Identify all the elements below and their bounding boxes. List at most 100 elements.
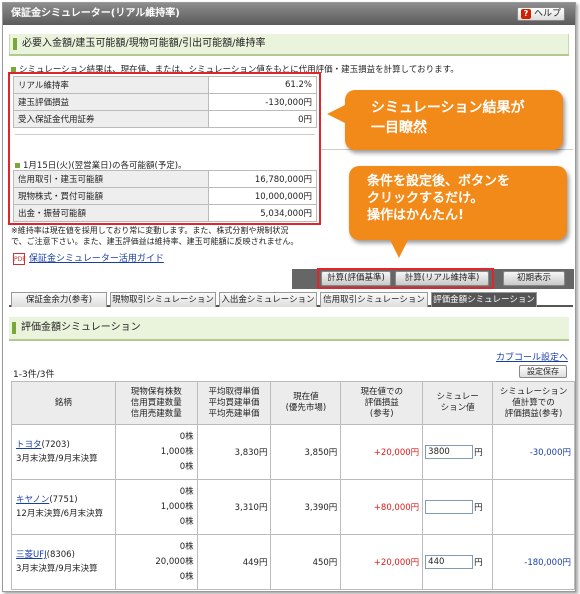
help-button[interactable]: ? ヘルプ — [517, 7, 565, 21]
quantity-cell: 0株 1,000株 0株 — [114, 479, 198, 535]
settlement-text: 3月末決算/9月末決算 — [16, 454, 98, 464]
stock-code: (7751) — [49, 495, 78, 505]
average-price-cell: 449円 — [196, 534, 272, 590]
header-line: (参考) — [369, 408, 394, 419]
header-line: 信用買建数量 — [130, 397, 182, 408]
stock-code: (8306) — [46, 550, 75, 560]
header-line: 現物保有株数 — [130, 386, 182, 397]
margin-buy-qty: 1,000株 — [160, 446, 194, 457]
header-line: 現在値での — [360, 386, 403, 397]
save-settings-button[interactable]: 設定保存 — [519, 365, 567, 378]
callout-text: クリックするだけ。 — [367, 191, 484, 206]
valuation-heading: 評価金額シミュレーション — [9, 317, 569, 339]
average-price-cell: 3,310円 — [196, 479, 272, 535]
header-quantity: 現物保有株数 信用買建数量 信用売建数量 — [114, 381, 198, 425]
tab-valuation[interactable]: 評価金額シミュレーション — [431, 292, 537, 307]
current-pl-cell: +20,000円 — [340, 534, 424, 590]
yen-unit: 円 — [474, 558, 483, 568]
reset-button[interactable]: 初期表示 — [503, 271, 565, 286]
button-highlight-box — [317, 268, 494, 289]
yen-unit: 円 — [474, 503, 483, 513]
margin-sell-qty: 0株 — [179, 461, 194, 472]
header-name: 銘柄 — [11, 381, 116, 425]
spot-qty: 0株 — [179, 486, 194, 497]
sim-value-cell: 3800 円 — [422, 424, 494, 480]
sim-pl-cell: -30,000円 — [492, 424, 575, 480]
tab-deposit-withdrawal[interactable]: 入出金シミュレーション — [219, 292, 317, 307]
stock-link[interactable]: キヤノン — [16, 495, 49, 505]
settlement-text: 12月末決算/6月末決算 — [16, 509, 104, 519]
stock-name-cell: キヤノン(7751) 12月末決算/6月末決算 — [11, 479, 116, 535]
sim-pl-cell: -180,000円 — [492, 534, 575, 590]
result-count: 1-3件/3件 — [13, 370, 55, 380]
quantity-cell: 0株 20,000株 0株 — [114, 534, 198, 590]
quantity-cell: 0株 1,000株 0株 — [114, 424, 198, 480]
tab-margin-trade[interactable]: 信用取引シミュレーション — [320, 292, 428, 307]
margin-sell-qty: 0株 — [179, 571, 194, 582]
stock-link[interactable]: 三菱UFJ — [16, 550, 47, 560]
sim-pl-cell — [492, 479, 575, 535]
sim-value-input[interactable] — [425, 500, 474, 514]
margin-buy-qty: 1,000株 — [160, 501, 194, 512]
header-current-price: 現在値 (優先市場) — [270, 381, 342, 425]
current-pl-cell: +80,000円 — [340, 479, 424, 535]
spot-qty: 0株 — [179, 541, 194, 552]
header-sim-value: シミュレー ション値 — [422, 381, 494, 425]
footnote-line: ※維持率は現在値を採用しており常に変動します。また、株式分割や規制状況 — [11, 226, 289, 235]
table-header-row: 銘柄 現物保有株数 信用買建数量 信用売建数量 平均取得単価 平均買建単価 平均売建単価… — [11, 381, 575, 425]
header-line: シミュレー — [436, 392, 479, 402]
header-line: シミュレーション — [499, 386, 568, 397]
callout-text: 操作はかんたん! — [367, 208, 464, 223]
callout-tail — [327, 104, 347, 124]
table-row: キヤノン(7751) 12月末決算/6月末決算 0株 1,000株 0株 3,310円… — [11, 479, 575, 535]
table-row: トヨタ(7203) 3月末決算/9月末決算 0株 1,000株 0株 3,830円 3… — [11, 424, 575, 480]
header-line: 信用売建数量 — [130, 408, 182, 419]
callout-tail — [389, 238, 409, 258]
settlement-text: 3月末決算/9月末決算 — [16, 564, 98, 574]
guide-link[interactable]: 保証金シミュレーター活用ガイド — [29, 254, 164, 264]
current-price-cell: 3,390円 — [270, 479, 342, 535]
average-price-cell: 3,830円 — [196, 424, 272, 480]
pdf-icon: PDF — [13, 252, 26, 265]
result-callout: シミュレーション結果が 一目瞭然 — [327, 90, 563, 150]
current-price-cell: 450円 — [270, 534, 342, 590]
sim-value-input[interactable]: 440 — [425, 555, 474, 569]
header-line: 現在値 — [293, 392, 319, 402]
sim-value-cell: 440 円 — [422, 534, 494, 590]
footnote: ※維持率は現在値を採用しており常に変動します。また、株式分割や規制状況 で、ご注… — [11, 225, 341, 247]
divider — [9, 339, 569, 341]
header-line: 評価損益(参考) — [504, 408, 563, 419]
header-line: 平均売建単価 — [208, 408, 260, 419]
header-line: 平均取得単価 — [208, 386, 260, 397]
question-icon: ? — [521, 9, 531, 19]
tab-margin-capacity[interactable]: 保証金余力(参考) — [11, 292, 107, 307]
callout-text: 一目瞭然 — [371, 120, 427, 136]
button-callout: 条件を設定後、ボタンを クリックするだけ。 操作はかんたん! — [349, 166, 567, 258]
margin-sell-qty: 0株 — [179, 516, 194, 527]
window-title: 保証金シミュレーター(リアル維持率) — [11, 8, 180, 19]
callout-text: 条件を設定後、ボタンを — [367, 174, 511, 189]
simulator-window: 保証金シミュレーター(リアル維持率) ? ヘルプ 必要入金額/建玉可能額/現物可… — [2, 2, 576, 592]
header-current-pl: 現在値での 評価損益 (参考) — [340, 381, 424, 425]
sim-value-cell: 円 — [422, 479, 494, 535]
stock-link[interactable]: トヨタ — [16, 440, 42, 450]
header-line: 値計算での — [512, 397, 555, 408]
valuation-table: 銘柄 現物保有株数 信用買建数量 信用売建数量 平均取得単価 平均買建単価 平均売建単価… — [11, 381, 575, 590]
spot-qty: 0株 — [179, 431, 194, 442]
callout-text: シミュレーション結果が — [371, 100, 525, 116]
divider — [9, 54, 569, 56]
section-heading: 必要入金額/建玉可能額/現物可能額/引出可能額/維持率 — [9, 34, 569, 54]
help-label: ヘルプ — [534, 9, 562, 19]
yen-unit: 円 — [474, 448, 483, 458]
sim-value-input[interactable]: 3800 — [425, 445, 474, 459]
result-highlight-box — [8, 72, 321, 225]
current-pl-cell: +20,000円 — [340, 424, 424, 480]
stock-name-cell: トヨタ(7203) 3月末決算/9月末決算 — [11, 424, 116, 480]
kabucall-link[interactable]: カブコール設定へ — [496, 350, 568, 363]
header-line: 評価損益 — [364, 397, 399, 408]
header-sim-pl: シミュレーション 値計算での 評価損益(参考) — [492, 381, 575, 425]
stock-name-cell: 三菱UFJ(8306) 3月末決算/9月末決算 — [11, 534, 116, 590]
header-average-price: 平均取得単価 平均買建単価 平均売建単価 — [196, 381, 272, 425]
stock-code: (7203) — [41, 440, 70, 450]
tab-spot-trade[interactable]: 現物取引シミュレーション — [110, 292, 216, 307]
